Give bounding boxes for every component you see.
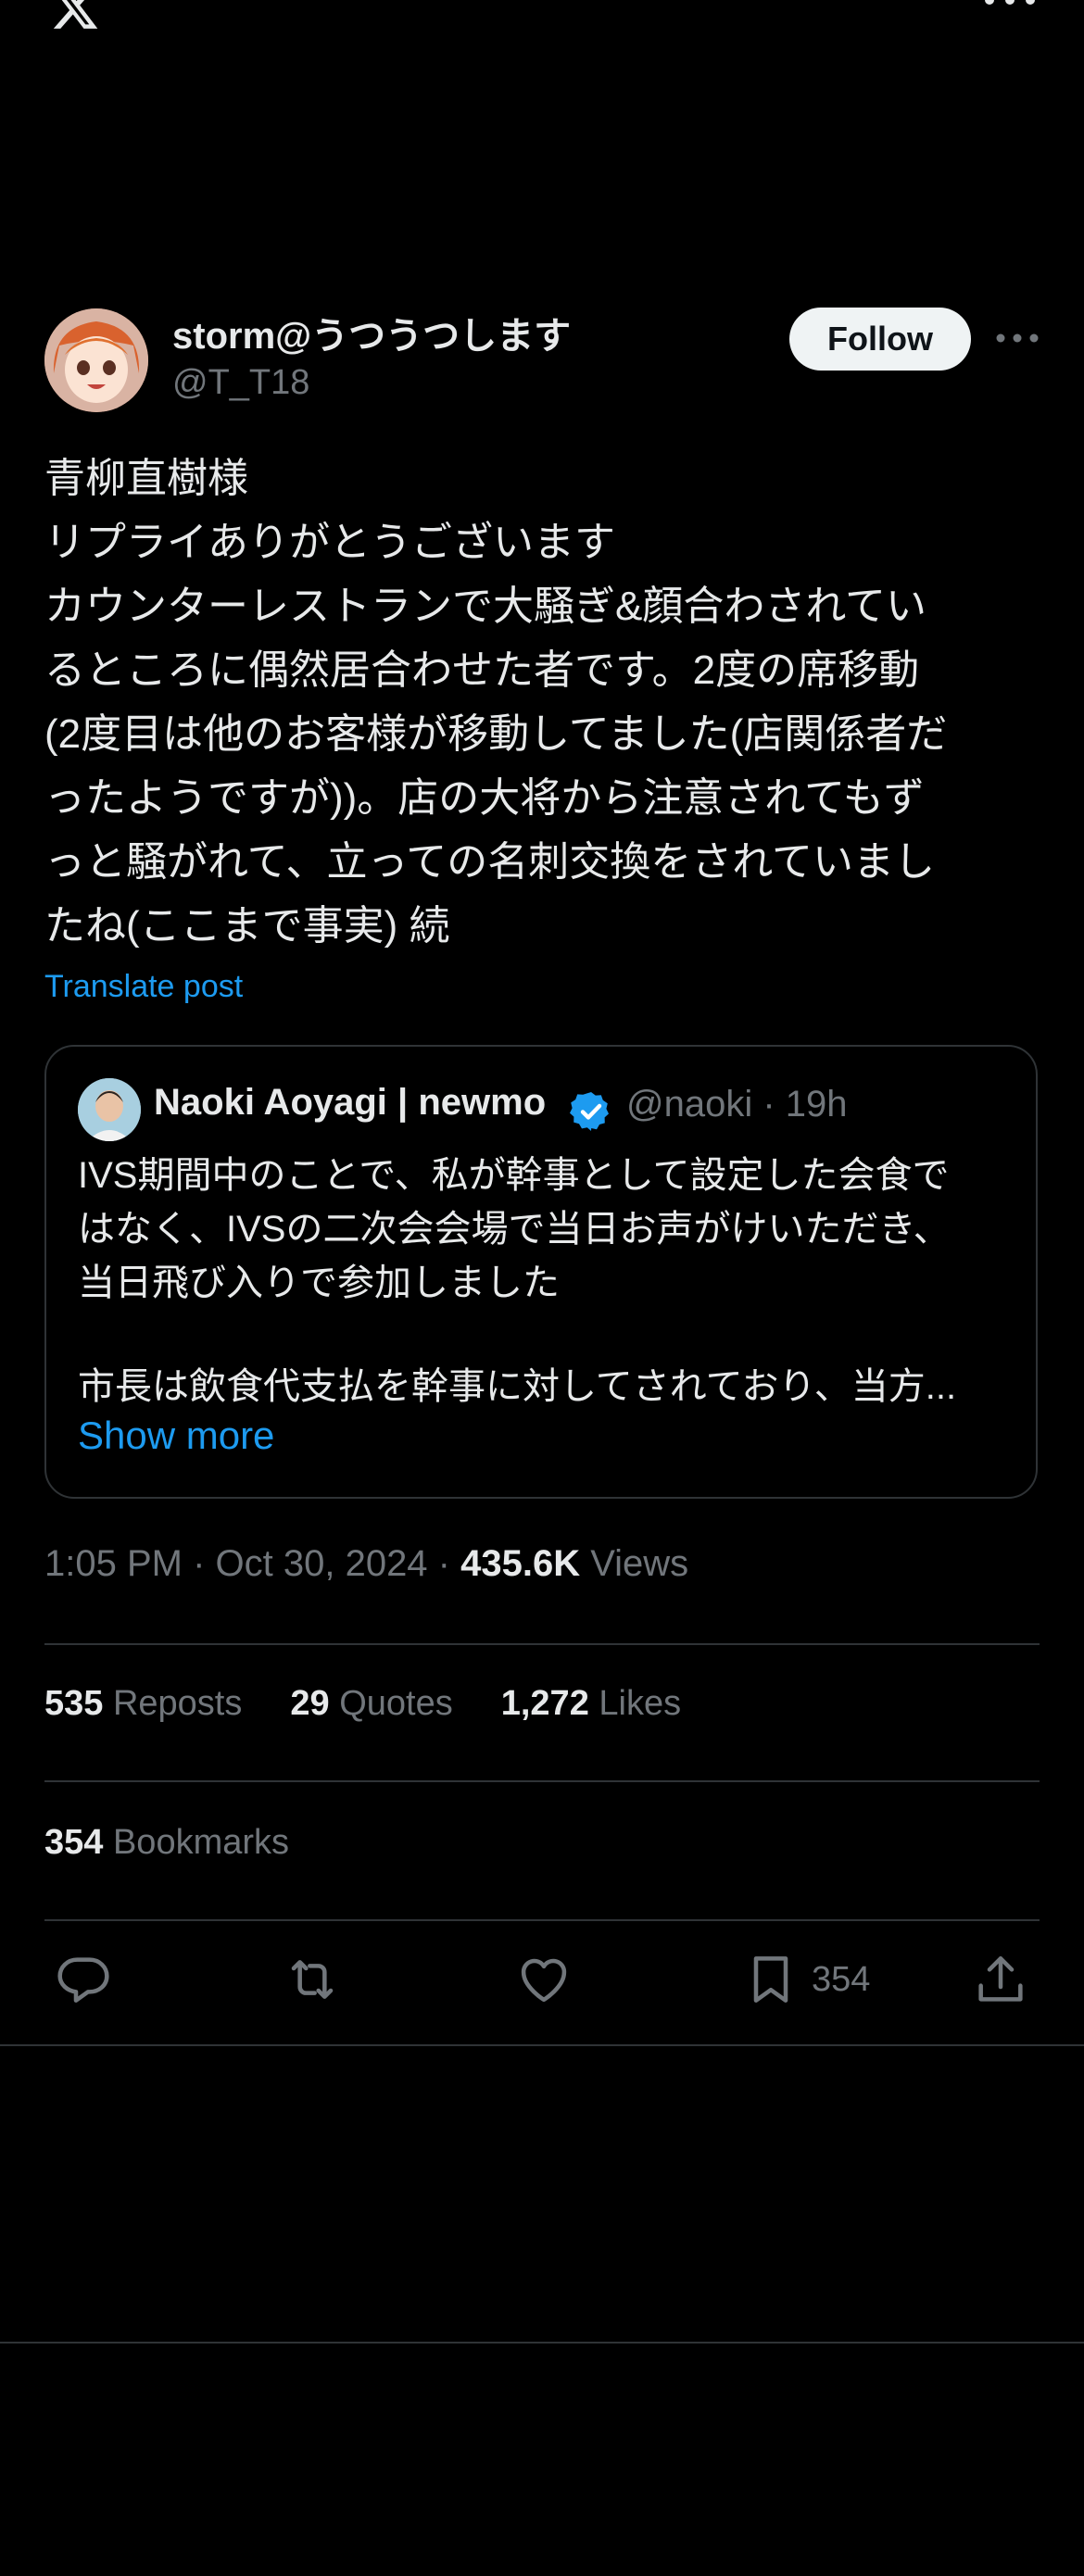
follow-button[interactable]: Follow xyxy=(789,308,971,371)
engagement-stats: 535 Reposts 29 Quotes 1,272 Likes xyxy=(44,1684,681,1724)
quoted-text: IVS期間中のことで、私が幹事として設定した会食で はなく、IVSの二次会会場で… xyxy=(78,1155,951,1303)
quoted-avatar xyxy=(78,1078,141,1141)
more-horizontal-icon[interactable] xyxy=(982,0,1038,13)
heart-icon[interactable] xyxy=(514,1950,574,2009)
author-handle[interactable]: @T_T18 xyxy=(172,363,309,403)
quotes-stat[interactable]: 29 Quotes xyxy=(290,1684,452,1723)
share-icon[interactable] xyxy=(971,1950,1030,2009)
bookmarks-stat[interactable]: 354 Bookmarks xyxy=(44,1823,289,1863)
bookmark-count: 354 xyxy=(812,1960,871,1999)
translate-post-link[interactable]: Translate post xyxy=(44,969,243,1005)
post-text: 青柳直樹様 リプライありがとうございます カウンターレストランで大騒ぎ&顔合わさ… xyxy=(44,456,948,949)
divider xyxy=(44,1919,1040,1921)
more-horizontal-icon[interactable] xyxy=(993,324,1041,352)
x-logo-icon[interactable] xyxy=(44,0,106,33)
reply-icon[interactable] xyxy=(54,1950,113,2009)
quoted-text-truncated: 市長は飲食代支払を幹事に対してされており、当方... xyxy=(78,1366,957,1407)
quoted-author-name: Naoki Aoyagi | newmo xyxy=(154,1082,547,1123)
views-label: Views xyxy=(580,1543,689,1584)
divider xyxy=(44,1780,1040,1782)
show-more-link[interactable]: Show more xyxy=(78,1414,274,1458)
divider xyxy=(44,1643,1040,1645)
avatar[interactable] xyxy=(44,308,148,412)
divider xyxy=(0,2044,1084,2046)
reposts-stat[interactable]: 535 Reposts xyxy=(44,1684,242,1723)
author-display-name[interactable]: storm@うつうつします xyxy=(172,306,571,359)
post-timestamp-views[interactable]: 1:05 PM · Oct 30, 2024 · 435.6K Views xyxy=(44,1543,688,1585)
quoted-handle-time: @naoki · 19h xyxy=(626,1084,848,1125)
timestamp[interactable]: 1:05 PM · Oct 30, 2024 · xyxy=(44,1543,460,1584)
repost-icon[interactable] xyxy=(283,1950,342,2009)
likes-stat[interactable]: 1,272 Likes xyxy=(501,1684,681,1723)
views-count: 435.6K xyxy=(460,1543,581,1584)
verified-badge-icon xyxy=(569,1089,613,1134)
divider xyxy=(0,2342,1084,2344)
bookmark-icon[interactable] xyxy=(741,1950,800,2009)
